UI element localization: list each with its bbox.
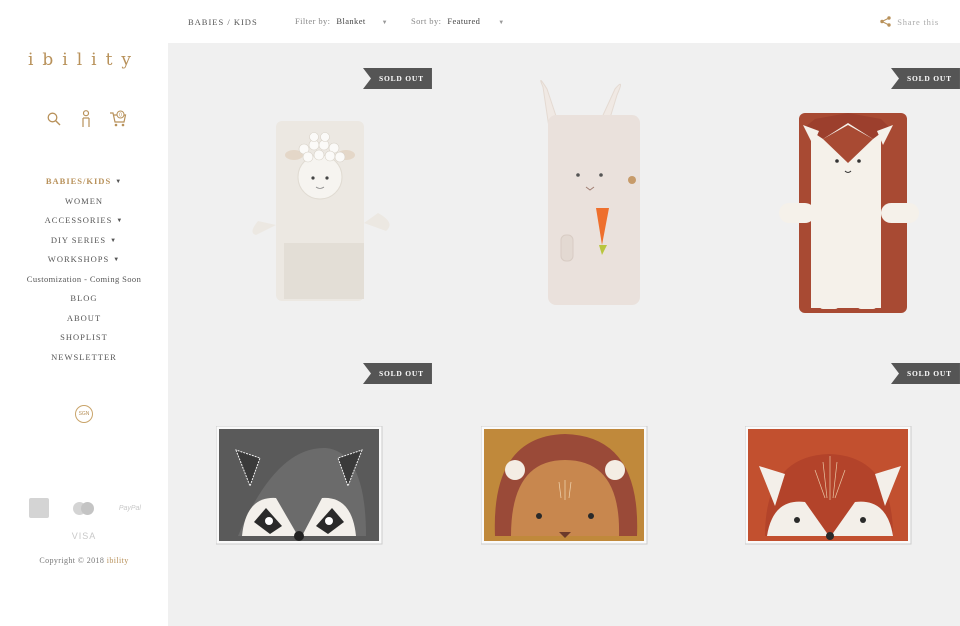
product-image bbox=[481, 426, 648, 545]
chevron-down-icon: ▼ bbox=[116, 218, 124, 224]
nav-item-women[interactable]: WOMEN bbox=[0, 196, 168, 216]
nav-item-label: BLOG bbox=[70, 293, 98, 303]
nav-item-workshops[interactable]: WORKSHOPS ▼ bbox=[0, 254, 168, 274]
product-card[interactable] bbox=[473, 63, 713, 313]
product-image bbox=[252, 121, 390, 301]
sold-out-badge: SOLD OUT bbox=[363, 68, 432, 89]
nav-item-blog[interactable]: BLOG bbox=[0, 293, 168, 313]
product-card[interactable]: SOLD OUT bbox=[208, 63, 468, 313]
brand-logo[interactable]: ibility bbox=[0, 50, 168, 70]
nav-item-label: DIY SERIES bbox=[50, 234, 107, 245]
nav-item-label: NEWSLETTER bbox=[51, 351, 117, 362]
breadcrumb[interactable]: BABIES / KIDS bbox=[188, 17, 258, 27]
nav-item-accessories[interactable]: ACCESSORIES ▼ bbox=[0, 215, 168, 235]
sort-dropdown[interactable]: Sort by: Featured ▼ bbox=[411, 16, 504, 26]
chevron-down-icon: ▼ bbox=[113, 257, 121, 263]
share-icon bbox=[880, 16, 891, 27]
nav-item-label: BABIES/KIDS bbox=[45, 176, 112, 186]
product-image bbox=[540, 80, 640, 305]
account-icon[interactable] bbox=[76, 108, 96, 130]
nav-item-shoplist[interactable]: SHOPLIST bbox=[0, 332, 168, 352]
chevron-down-icon: ▼ bbox=[381, 20, 388, 26]
nav-item-label: ACCESSORIES bbox=[44, 215, 113, 225]
product-image bbox=[779, 113, 919, 313]
chevron-down-icon: ▼ bbox=[115, 179, 123, 185]
product-grid: SOLD OUT SOLD OUT SOLD OUT SOLD OUT bbox=[168, 43, 960, 626]
sort-value: Featured bbox=[447, 16, 481, 26]
amex-icon bbox=[29, 498, 49, 518]
mastercard-icon bbox=[73, 501, 95, 515]
nav-item-babies-kids[interactable]: BABIES/KIDS ▼ bbox=[0, 176, 168, 196]
nav-item-label: SHOPLIST bbox=[60, 332, 108, 342]
copyright-brand[interactable]: ibility bbox=[107, 556, 129, 565]
top-bar: BABIES / KIDS Filter by: Blanket ▼ Sort by… bbox=[168, 0, 960, 43]
nav-item-customization-coming-soon[interactable]: Customization - Coming Soon bbox=[0, 274, 168, 294]
paypal-icon: PayPal bbox=[118, 504, 141, 512]
nav-item-label: WORKSHOPS bbox=[47, 254, 110, 264]
nav-item-newsletter[interactable]: NEWSLETTER bbox=[0, 352, 168, 372]
filter-value: Blanket bbox=[336, 16, 366, 26]
utility-icons: 0 bbox=[44, 108, 128, 130]
product-card[interactable] bbox=[473, 358, 713, 568]
nav-item-label: ABOUT bbox=[66, 312, 102, 323]
chevron-down-icon: ▼ bbox=[498, 20, 505, 26]
product-card[interactable]: SOLD OUT bbox=[208, 358, 468, 568]
product-card[interactable]: SOLD OUT bbox=[723, 63, 960, 313]
share-label: Share this bbox=[897, 16, 939, 27]
filter-dropdown[interactable]: Filter by: Blanket ▼ bbox=[295, 16, 388, 26]
product-card[interactable]: SOLD OUT bbox=[723, 358, 960, 568]
product-image bbox=[745, 426, 912, 545]
payment-methods: PayPal bbox=[29, 498, 141, 518]
cart-count: 0 bbox=[119, 113, 122, 119]
nav-item-diy-series[interactable]: DIY SERIES ▼ bbox=[0, 235, 168, 255]
copyright-text: Copyright © 2018 bbox=[39, 556, 107, 565]
nav-item-label: WOMEN bbox=[64, 195, 104, 206]
product-image bbox=[216, 426, 383, 545]
share-button[interactable]: Share this bbox=[880, 16, 939, 27]
social-badge[interactable]: SGN bbox=[75, 405, 93, 423]
copyright: Copyright © 2018 ibility bbox=[0, 556, 168, 565]
nav-item-label: Customization - Coming Soon bbox=[26, 273, 142, 284]
sold-out-badge: SOLD OUT bbox=[891, 363, 960, 384]
sold-out-badge: SOLD OUT bbox=[363, 363, 432, 384]
visa-icon: VISA bbox=[71, 531, 97, 541]
main-navigation: BABIES/KIDS ▼ WOMEN ACCESSORIES ▼ DIY SERIES ▼… bbox=[0, 176, 168, 371]
sort-label: Sort by: bbox=[411, 16, 442, 26]
filter-label: Filter by: bbox=[295, 16, 331, 26]
cart-icon[interactable]: 0 bbox=[108, 108, 128, 130]
search-icon[interactable] bbox=[44, 108, 64, 130]
chevron-down-icon: ▼ bbox=[110, 237, 118, 244]
sidebar: ibility 0 BABIES/KIDS ▼ WOMEN ACCESSORIES ▼ D… bbox=[0, 0, 168, 626]
nav-item-about[interactable]: ABOUT bbox=[0, 313, 168, 333]
